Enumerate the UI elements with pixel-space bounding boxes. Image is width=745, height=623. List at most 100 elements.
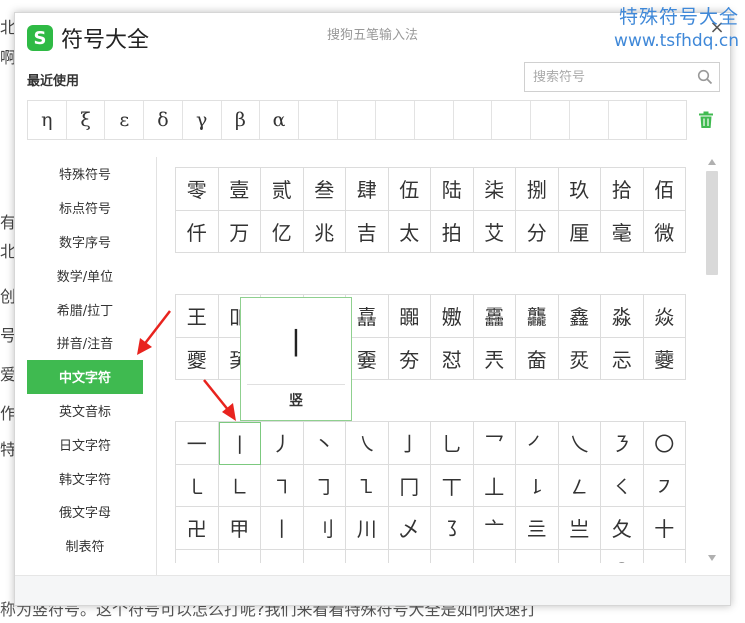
sidebar-item[interactable]: 数字序号 xyxy=(27,225,143,259)
recent-symbol[interactable]: α xyxy=(260,101,299,139)
symbol-cell[interactable]: ㇗ xyxy=(176,549,219,563)
sidebar-item[interactable]: 俄文字母 xyxy=(27,495,143,529)
symbol-cell[interactable]: 王 xyxy=(176,295,219,338)
symbol-cell[interactable]: 亗 xyxy=(558,507,601,550)
symbol-cell[interactable]: 柒 xyxy=(473,168,516,211)
symbol-cell[interactable]: 鑫 xyxy=(558,295,601,338)
symbol-cell[interactable]: 亖 xyxy=(516,507,559,550)
symbol-cell[interactable]: 亠 xyxy=(473,507,516,550)
recent-symbol[interactable] xyxy=(376,101,416,139)
symbol-cell[interactable]: 虁 xyxy=(643,337,686,380)
symbol-cell[interactable]: 奤 xyxy=(516,337,559,380)
recent-symbol[interactable] xyxy=(299,101,338,139)
symbol-cell[interactable]: ㇋ xyxy=(601,422,644,465)
sidebar-item[interactable]: 特殊符号 xyxy=(27,157,143,191)
sidebar-item[interactable]: 标点符号 xyxy=(27,191,143,225)
recent-symbol[interactable]: β xyxy=(222,101,261,139)
symbol-cell[interactable]: 夂 xyxy=(601,507,644,550)
scroll-thumb[interactable] xyxy=(706,171,718,275)
symbol-cell[interactable]: 乚 xyxy=(431,422,474,465)
sidebar-item[interactable]: 希腊/拉丁 xyxy=(27,292,143,326)
search-input[interactable] xyxy=(525,63,695,91)
sidebar-item[interactable]: 韩文字符 xyxy=(27,461,143,495)
symbol-cell[interactable]: ㇗ xyxy=(218,464,261,507)
symbol-cell[interactable]: 嫑 xyxy=(346,337,389,380)
symbol-cell[interactable]: 叁 xyxy=(303,168,346,211)
recent-symbol[interactable] xyxy=(647,101,686,139)
symbol-cell[interactable]: 一 xyxy=(176,422,219,465)
symbol-cell[interactable]: 亅 xyxy=(388,422,431,465)
symbol-cell[interactable]: 丅 xyxy=(431,464,474,507)
symbol-cell[interactable]: 贰 xyxy=(261,168,304,211)
symbol-cell[interactable]: 陆 xyxy=(431,168,474,211)
symbol-cell[interactable]: 太 xyxy=(388,210,431,253)
symbol-cell[interactable]: 玖 xyxy=(558,168,601,211)
recent-symbol[interactable]: η xyxy=(28,101,67,139)
symbol-cell[interactable]: 丨 xyxy=(261,507,304,550)
trash-icon[interactable] xyxy=(698,111,714,129)
scroll-down-arrow-icon[interactable] xyxy=(708,555,716,561)
symbol-cell[interactable]: 吉 xyxy=(346,210,389,253)
symbol-cell[interactable]: 肆 xyxy=(346,168,389,211)
sidebar-item[interactable]: 数学/单位 xyxy=(27,258,143,292)
symbol-cell[interactable]: 夯 xyxy=(388,337,431,380)
scrollbar[interactable] xyxy=(705,157,719,563)
symbol-cell[interactable]: 刂 xyxy=(303,507,346,550)
symbol-cell[interactable]: 〇 xyxy=(601,549,644,563)
symbol-cell[interactable]: 微 xyxy=(643,210,686,253)
symbol-cell[interactable]: ㇕ xyxy=(261,464,304,507)
sidebar-item[interactable]: 日文字符 xyxy=(27,427,143,461)
symbol-cell[interactable]: 丨 xyxy=(218,422,261,465)
search-icon[interactable] xyxy=(697,69,713,85)
recent-symbol[interactable]: δ xyxy=(144,101,183,139)
symbol-cell[interactable]: 甲 xyxy=(218,507,261,550)
symbol-cell[interactable]: ㇖ xyxy=(516,549,559,563)
symbol-cell[interactable]: 龘 xyxy=(516,295,559,338)
symbol-cell[interactable]: ㇅ xyxy=(346,464,389,507)
symbol-cell[interactable]: 夒 xyxy=(176,337,219,380)
symbol-cell[interactable]: 拍 xyxy=(431,210,474,253)
symbol-cell[interactable]: 嫐 xyxy=(431,295,474,338)
symbol-cell[interactable]: 乄 xyxy=(388,507,431,550)
recent-symbol[interactable] xyxy=(415,101,454,139)
symbol-cell[interactable]: 丄 xyxy=(473,464,516,507)
symbol-cell[interactable]: ㇝ xyxy=(218,549,261,563)
symbol-cell[interactable]: 分 xyxy=(516,210,559,253)
symbol-cell[interactable]: 卍 xyxy=(176,507,219,550)
symbol-cell[interactable]: 嚞 xyxy=(346,295,389,338)
symbol-cell[interactable]: 乀 xyxy=(558,422,601,465)
symbol-cell[interactable]: 厘 xyxy=(558,210,601,253)
symbol-cell[interactable]: 川 xyxy=(346,507,389,550)
recent-symbol[interactable] xyxy=(570,101,609,139)
symbol-cell[interactable]: 兆 xyxy=(303,210,346,253)
symbol-cell[interactable]: ㇈ xyxy=(431,549,474,563)
symbol-cell[interactable]: ㇂ xyxy=(558,549,601,563)
symbol-cell[interactable]: 佰 xyxy=(643,168,686,211)
symbol-cell[interactable]: ㇍ xyxy=(388,549,431,563)
sidebar-item[interactable]: 拼音/注音 xyxy=(27,326,143,360)
sidebar-item[interactable]: 中文字符 xyxy=(27,359,143,394)
symbol-cell[interactable]: 烎 xyxy=(558,337,601,380)
symbol-cell[interactable]: 零 xyxy=(176,168,219,211)
symbol-cell[interactable]: 捌 xyxy=(516,168,559,211)
recent-symbol[interactable] xyxy=(531,101,570,139)
symbol-cell[interactable]: 亿 xyxy=(261,210,304,253)
symbol-cell[interactable]: ㇌ xyxy=(473,549,516,563)
symbol-cell[interactable]: ㇌ xyxy=(431,507,474,550)
symbol-cell[interactable]: 毫 xyxy=(601,210,644,253)
symbol-cell[interactable]: 丶 xyxy=(303,422,346,465)
symbol-cell[interactable]: 怼 xyxy=(431,337,474,380)
symbol-cell[interactable]: 十 xyxy=(643,507,686,550)
symbol-cell[interactable]: 壹 xyxy=(218,168,261,211)
symbol-cell[interactable]: 丿 xyxy=(261,422,304,465)
sidebar-item[interactable]: 制表符 xyxy=(27,529,143,563)
symbol-cell[interactable]: 淼 xyxy=(601,295,644,338)
recent-symbol[interactable]: ε xyxy=(105,101,145,139)
symbol-cell[interactable]: ㇉ xyxy=(261,549,304,563)
symbol-cell[interactable]: ㇆ xyxy=(303,464,346,507)
symbol-cell[interactable]: ㇇ xyxy=(643,464,686,507)
symbol-cell[interactable]: ㇊ xyxy=(303,549,346,563)
symbol-cell[interactable]: 仟 xyxy=(176,210,219,253)
symbol-cell[interactable]: 靐 xyxy=(473,295,516,338)
scroll-up-arrow-icon[interactable] xyxy=(708,159,716,165)
